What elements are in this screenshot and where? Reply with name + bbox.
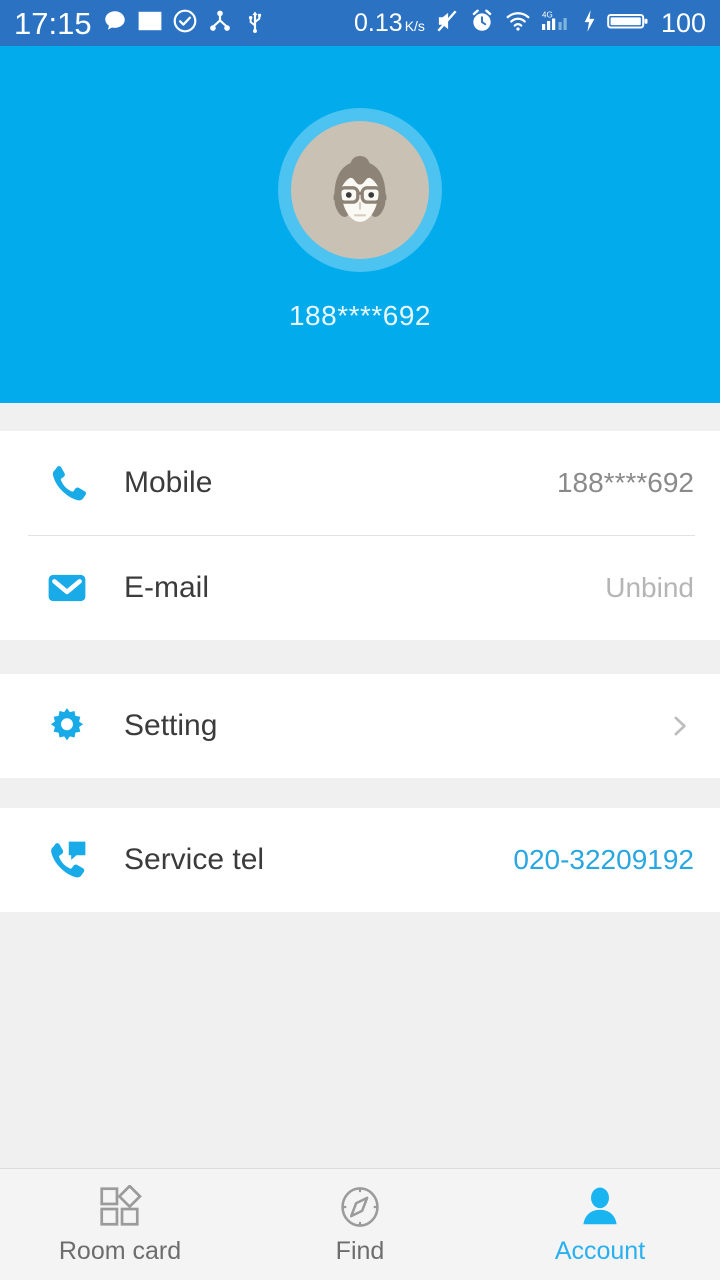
network-speed: 0.13 K/s <box>354 8 425 37</box>
nav-item-find[interactable]: Find <box>240 1169 480 1280</box>
charging-bolt-icon <box>580 8 598 39</box>
status-bar: 17:15 0.13 K/s 4G 100 <box>0 0 720 46</box>
mute-icon <box>434 8 460 39</box>
phone-icon <box>46 462 92 504</box>
share-icon <box>207 8 233 39</box>
wifi-icon <box>504 8 532 39</box>
section-gap <box>0 403 720 431</box>
row-value-email: Unbind <box>605 572 694 603</box>
setting-card: Setting <box>0 674 720 778</box>
usb-icon <box>242 8 268 39</box>
section-gap <box>0 640 720 674</box>
app-screen: 17:15 0.13 K/s 4G 100 188****692 Mobile … <box>0 0 720 1280</box>
room-card-icon <box>96 1183 144 1229</box>
status-left-icons <box>102 7 268 39</box>
nav-label-room-card: Room card <box>58 1237 182 1265</box>
row-label-service-tel: Service tel <box>124 843 265 876</box>
row-label-email: E-mail <box>124 571 210 604</box>
avatar-image <box>291 121 429 259</box>
alarm-icon <box>469 8 495 39</box>
message-icon <box>102 8 128 39</box>
row-setting[interactable]: Setting <box>0 674 720 778</box>
row-mobile[interactable]: Mobile 188****692 <box>0 431 720 535</box>
account-info-card: Mobile 188****692 E-mail Unbind <box>0 431 720 640</box>
row-value-service-tel[interactable]: 020-32209192 <box>513 844 694 876</box>
check-circle-icon <box>172 8 198 39</box>
row-email[interactable]: E-mail Unbind <box>0 536 720 640</box>
section-gap <box>0 778 720 808</box>
compass-icon <box>336 1183 384 1229</box>
nav-label-account: Account <box>554 1237 646 1265</box>
row-value-mobile: 188****692 <box>556 467 694 498</box>
svg-text:4G: 4G <box>542 10 553 19</box>
network-speed-unit: K/s <box>404 17 425 34</box>
user-avatar-illustration <box>333 155 387 222</box>
chevron-right-icon <box>664 711 694 741</box>
avatar[interactable] <box>278 108 442 272</box>
battery-icon <box>607 8 649 39</box>
support-phone-icon <box>46 839 92 881</box>
battery-percent: 100 <box>660 7 706 38</box>
nav-item-room-card[interactable]: Room card <box>0 1169 240 1280</box>
nav-item-account[interactable]: Account <box>480 1169 720 1280</box>
photo-icon <box>136 7 163 39</box>
status-right-icons: 0.13 K/s 4G 100 <box>354 8 706 39</box>
status-clock: 17:15 <box>14 5 92 41</box>
row-service-tel[interactable]: Service tel 020-32209192 <box>0 808 720 912</box>
profile-username: 188****692 <box>288 300 432 331</box>
network-speed-value: 0.13 <box>354 8 403 37</box>
row-label-mobile: Mobile <box>124 466 213 499</box>
person-icon <box>576 1183 624 1229</box>
signal-4g-icon: 4G <box>541 8 571 39</box>
nav-label-find: Find <box>335 1237 385 1265</box>
gear-icon <box>46 705 92 747</box>
bottom-navigation: Room card Find Account <box>0 1168 720 1280</box>
service-tel-card: Service tel 020-32209192 <box>0 808 720 912</box>
row-label-setting: Setting <box>124 709 218 742</box>
profile-header: 188****692 <box>0 46 720 403</box>
content-filler <box>0 912 720 1168</box>
email-icon <box>46 567 92 609</box>
